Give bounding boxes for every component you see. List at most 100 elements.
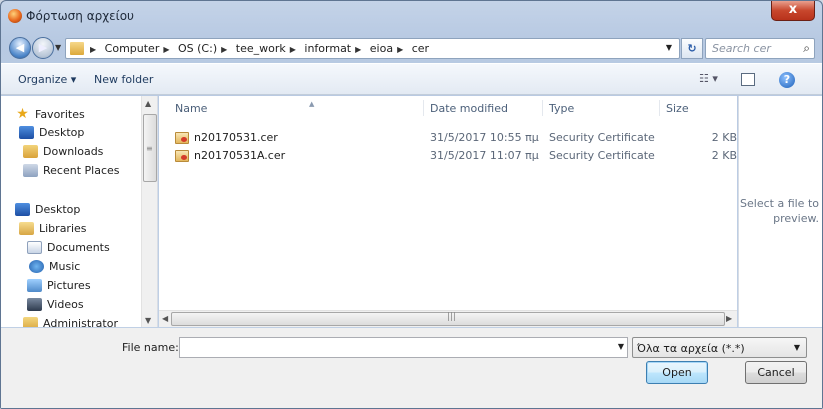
file-date: 31/5/2017 10:55 πμ xyxy=(430,131,539,144)
nav-item-desktop[interactable]: Desktop xyxy=(19,124,84,141)
address-bar[interactable]: ▶ Computer ▶ OS (C:) ▶ tee_work ▶ informat ▶… xyxy=(65,38,680,59)
column-header-label: Name xyxy=(175,102,208,115)
nav-item-downloads[interactable]: Downloads xyxy=(23,143,103,160)
certificate-file-icon xyxy=(175,150,189,162)
column-header-type[interactable]: Type xyxy=(549,102,574,115)
nav-item-label: Downloads xyxy=(43,145,104,158)
nav-item-libraries[interactable]: Libraries xyxy=(19,220,87,237)
nav-item-label: Videos xyxy=(47,298,84,311)
breadcrumb-chevron-icon[interactable]: ▶ xyxy=(355,45,361,54)
nav-item-label: Pictures xyxy=(47,279,91,292)
nav-item-videos[interactable]: Videos xyxy=(27,296,84,313)
downloads-icon xyxy=(23,145,38,158)
desktop-icon xyxy=(15,203,30,216)
nav-item-administrator[interactable]: Administrator xyxy=(23,315,118,327)
breadcrumb-item[interactable]: eioa xyxy=(370,42,393,55)
forward-button[interactable]: ▶ xyxy=(32,37,54,59)
certificate-file-icon xyxy=(175,132,189,144)
chevron-down-icon: ▼ xyxy=(793,343,800,352)
refresh-button[interactable]: ↻ xyxy=(681,38,703,59)
column-divider[interactable] xyxy=(423,100,424,116)
star-icon: ★ xyxy=(16,106,29,122)
search-placeholder: Search cer xyxy=(712,42,771,55)
file-name: n20170531A.cer xyxy=(194,149,286,162)
scroll-grip-icon: ||| xyxy=(447,312,457,322)
desktop-icon xyxy=(19,126,34,139)
window-title: Φόρτωση αρχείου xyxy=(26,9,134,23)
address-row: ◀ ▶ ▼ ▶ Computer ▶ OS (C:) ▶ tee_work ▶ inf… xyxy=(1,32,822,62)
nav-item-desktop-root[interactable]: Desktop xyxy=(15,201,80,218)
close-button[interactable]: x xyxy=(771,1,815,21)
videos-icon xyxy=(27,298,42,311)
firefox-icon xyxy=(8,9,22,23)
file-name-label: File name: xyxy=(122,341,179,354)
search-input[interactable]: Search cer ⌕ xyxy=(705,38,815,59)
nav-item-music[interactable]: Music xyxy=(29,258,80,275)
search-icon[interactable]: ⌕ xyxy=(803,41,810,56)
nav-item-documents[interactable]: Documents xyxy=(27,239,110,256)
libraries-icon xyxy=(19,222,34,235)
recent-locations-dropdown-icon[interactable]: ▼ xyxy=(55,43,61,52)
file-name-history-dropdown-icon[interactable]: ▼ xyxy=(618,342,624,351)
music-icon xyxy=(29,260,44,273)
scroll-grip-icon: ≡ xyxy=(146,144,153,153)
nav-item-label: Favorites xyxy=(35,108,85,121)
nav-item-label: Recent Places xyxy=(43,164,120,177)
dialog-footer: File name: ▼ Όλα τα αρχεία (*.*) ▼ Open … xyxy=(1,328,822,408)
preview-placeholder-text: Select a file to preview. xyxy=(740,197,819,225)
change-view-button[interactable]: ☷ ▾ xyxy=(699,72,718,85)
file-type-filter-select[interactable]: Όλα τα αρχεία (*.*) ▼ xyxy=(632,337,807,358)
column-divider[interactable] xyxy=(659,100,660,116)
file-row[interactable]: n20170531A.cer 31/5/2017 11:07 πμ Securi… xyxy=(175,148,737,165)
preview-pane-button[interactable] xyxy=(741,73,755,86)
column-divider[interactable] xyxy=(542,100,543,116)
file-name-input[interactable]: ▼ xyxy=(179,337,628,358)
new-folder-button[interactable]: New folder xyxy=(94,73,153,86)
organize-button[interactable]: Organize ▾ xyxy=(18,73,76,86)
scroll-up-arrow-icon[interactable]: ▲ xyxy=(145,99,151,108)
breadcrumb-item[interactable]: informat xyxy=(304,42,351,55)
command-bar: Organize ▾ New folder ☷ ▾ ? xyxy=(1,63,822,95)
column-header-name[interactable]: Name ▲ xyxy=(175,100,314,115)
column-header-size[interactable]: Size xyxy=(666,102,689,115)
scroll-right-arrow-icon[interactable]: ▶ xyxy=(726,314,732,323)
breadcrumb-chevron-icon[interactable]: ▶ xyxy=(90,45,96,54)
preview-pane: Select a file to preview. xyxy=(738,96,822,327)
folder-icon xyxy=(70,42,84,55)
file-size: 2 KB xyxy=(711,149,737,162)
breadcrumb-chevron-icon[interactable]: ▶ xyxy=(163,45,169,54)
navigation-pane: ★ Favorites Desktop Downloads Recent Plac… xyxy=(1,96,158,327)
cancel-button[interactable]: Cancel xyxy=(745,361,807,384)
file-list-horizontal-scrollbar[interactable]: ◀ ||| ▶ xyxy=(159,310,737,327)
nav-vertical-scrollbar[interactable]: ▲ ≡ ▼ xyxy=(141,96,157,327)
breadcrumb-item[interactable]: cer xyxy=(412,42,429,55)
nav-item-recent-places[interactable]: Recent Places xyxy=(23,162,120,179)
nav-item-label: Desktop xyxy=(39,126,85,139)
nav-item-favorites[interactable]: ★ Favorites xyxy=(15,106,85,123)
documents-icon xyxy=(27,241,42,254)
file-size: 2 KB xyxy=(711,131,737,144)
breadcrumb-item[interactable]: OS (C:) xyxy=(178,42,217,55)
open-button[interactable]: Open xyxy=(646,361,708,384)
address-history-dropdown-icon[interactable]: ▼ xyxy=(658,38,680,59)
file-row[interactable]: n20170531.cer 31/5/2017 10:55 πμ Securit… xyxy=(175,130,737,147)
file-type: Security Certificate xyxy=(549,149,655,162)
help-icon[interactable]: ? xyxy=(779,72,795,88)
open-file-dialog: Φόρτωση αρχείου x ◀ ▶ ▼ ▶ Computer ▶ OS (… xyxy=(0,0,823,409)
breadcrumb-item[interactable]: tee_work xyxy=(236,42,286,55)
breadcrumb-chevron-icon[interactable]: ▶ xyxy=(221,45,227,54)
nav-item-label: Documents xyxy=(47,241,110,254)
breadcrumb-chevron-icon[interactable]: ▶ xyxy=(290,45,296,54)
breadcrumb-item[interactable]: Computer xyxy=(105,42,160,55)
file-type-filter-value: Όλα τα αρχεία (*.*) xyxy=(637,342,745,355)
nav-item-label: Libraries xyxy=(39,222,87,235)
title-bar[interactable]: Φόρτωση αρχείου x xyxy=(1,1,822,31)
breadcrumb-chevron-icon[interactable]: ▶ xyxy=(397,45,403,54)
file-date: 31/5/2017 11:07 πμ xyxy=(430,149,539,162)
user-folder-icon xyxy=(23,317,38,327)
scroll-left-arrow-icon[interactable]: ◀ xyxy=(162,314,168,323)
column-header-date[interactable]: Date modified xyxy=(430,102,508,115)
scroll-down-arrow-icon[interactable]: ▼ xyxy=(145,316,151,325)
nav-item-pictures[interactable]: Pictures xyxy=(27,277,91,294)
back-button[interactable]: ◀ xyxy=(9,37,31,59)
